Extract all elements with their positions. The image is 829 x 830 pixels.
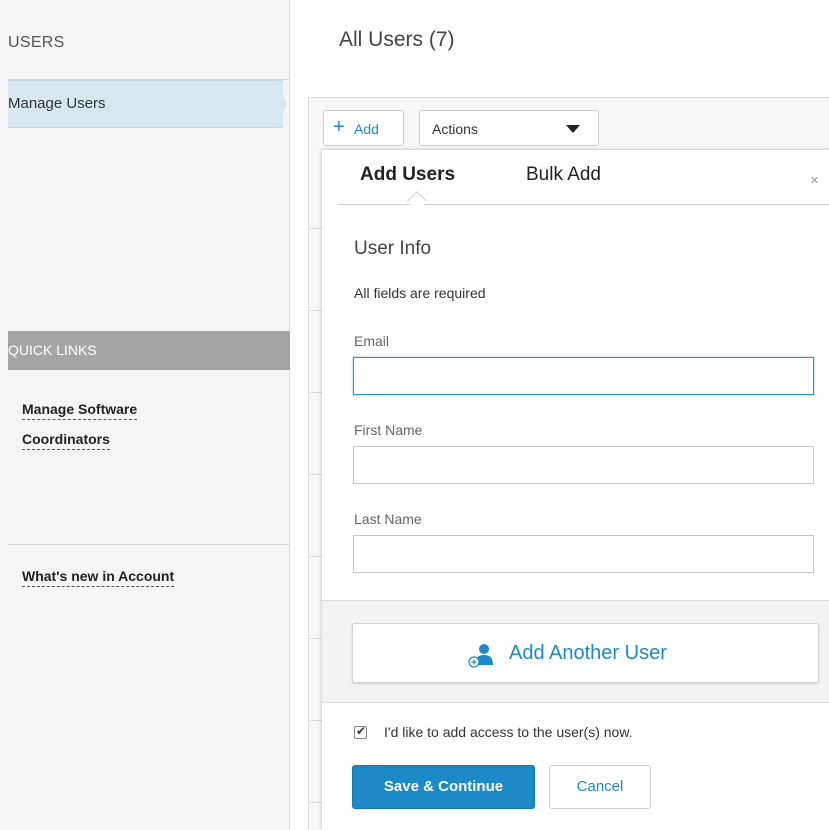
active-indicator-arrow bbox=[275, 80, 287, 128]
table-row-divider bbox=[308, 638, 323, 639]
table-row-divider bbox=[308, 392, 323, 393]
add-users-panel: Add Users Bulk Add × User Info All field… bbox=[322, 150, 829, 830]
tab-bulk-add[interactable]: Bulk Add bbox=[526, 164, 601, 186]
table-row-divider bbox=[308, 802, 323, 803]
add-user-icon bbox=[468, 644, 493, 668]
sidebar-item-manage-users[interactable]: Manage Users bbox=[8, 80, 283, 128]
table-row-divider bbox=[308, 556, 323, 557]
quick-links-header: QUICK LINKS bbox=[8, 331, 290, 370]
required-note: All fields are required bbox=[354, 285, 486, 301]
actions-label: Actions bbox=[432, 121, 478, 137]
add-another-user-button[interactable]: Add Another User bbox=[352, 623, 819, 683]
table-row-divider bbox=[308, 228, 323, 229]
email-field[interactable] bbox=[353, 357, 814, 395]
first-name-field[interactable] bbox=[353, 446, 814, 484]
link-whats-new[interactable]: What's new in Account bbox=[22, 567, 175, 587]
checkmark-icon: ✔ bbox=[356, 724, 367, 738]
page-title: All Users (7) bbox=[339, 28, 455, 51]
tab-add-users[interactable]: Add Users bbox=[360, 164, 455, 186]
table-row-divider bbox=[308, 310, 323, 311]
caret-down-icon bbox=[566, 125, 580, 133]
section-title: User Info bbox=[354, 238, 432, 259]
cancel-button[interactable]: Cancel bbox=[549, 765, 651, 809]
add-access-label: I'd like to add access to the user(s) no… bbox=[384, 724, 633, 740]
plus-icon: + bbox=[333, 116, 345, 138]
sidebar: USERS Manage Users QUICK LINKS Manage So… bbox=[0, 0, 290, 830]
last-name-label: Last Name bbox=[354, 511, 422, 527]
table-row-divider bbox=[308, 720, 323, 721]
divider bbox=[8, 544, 290, 545]
email-label: Email bbox=[354, 333, 390, 349]
last-name-field[interactable] bbox=[353, 535, 814, 573]
add-another-band: Add Another User bbox=[322, 600, 829, 703]
add-another-user-label: Add Another User bbox=[509, 642, 667, 664]
save-continue-button[interactable]: Save & Continue bbox=[352, 765, 535, 809]
link-coordinators[interactable]: Coordinators bbox=[22, 430, 110, 450]
first-name-label: First Name bbox=[354, 422, 423, 438]
add-button[interactable]: + Add bbox=[323, 110, 404, 146]
close-icon[interactable]: × bbox=[810, 172, 819, 189]
sidebar-heading: USERS bbox=[8, 34, 65, 51]
sidebar-item-label: Manage Users bbox=[8, 95, 106, 112]
table-row-divider bbox=[308, 474, 323, 475]
active-tab-indicator bbox=[407, 191, 427, 211]
add-button-label: Add bbox=[354, 121, 379, 137]
actions-dropdown[interactable]: Actions bbox=[419, 110, 599, 146]
add-access-checkbox[interactable]: ✔ bbox=[354, 724, 367, 739]
link-manage-software[interactable]: Manage Software bbox=[22, 400, 138, 420]
